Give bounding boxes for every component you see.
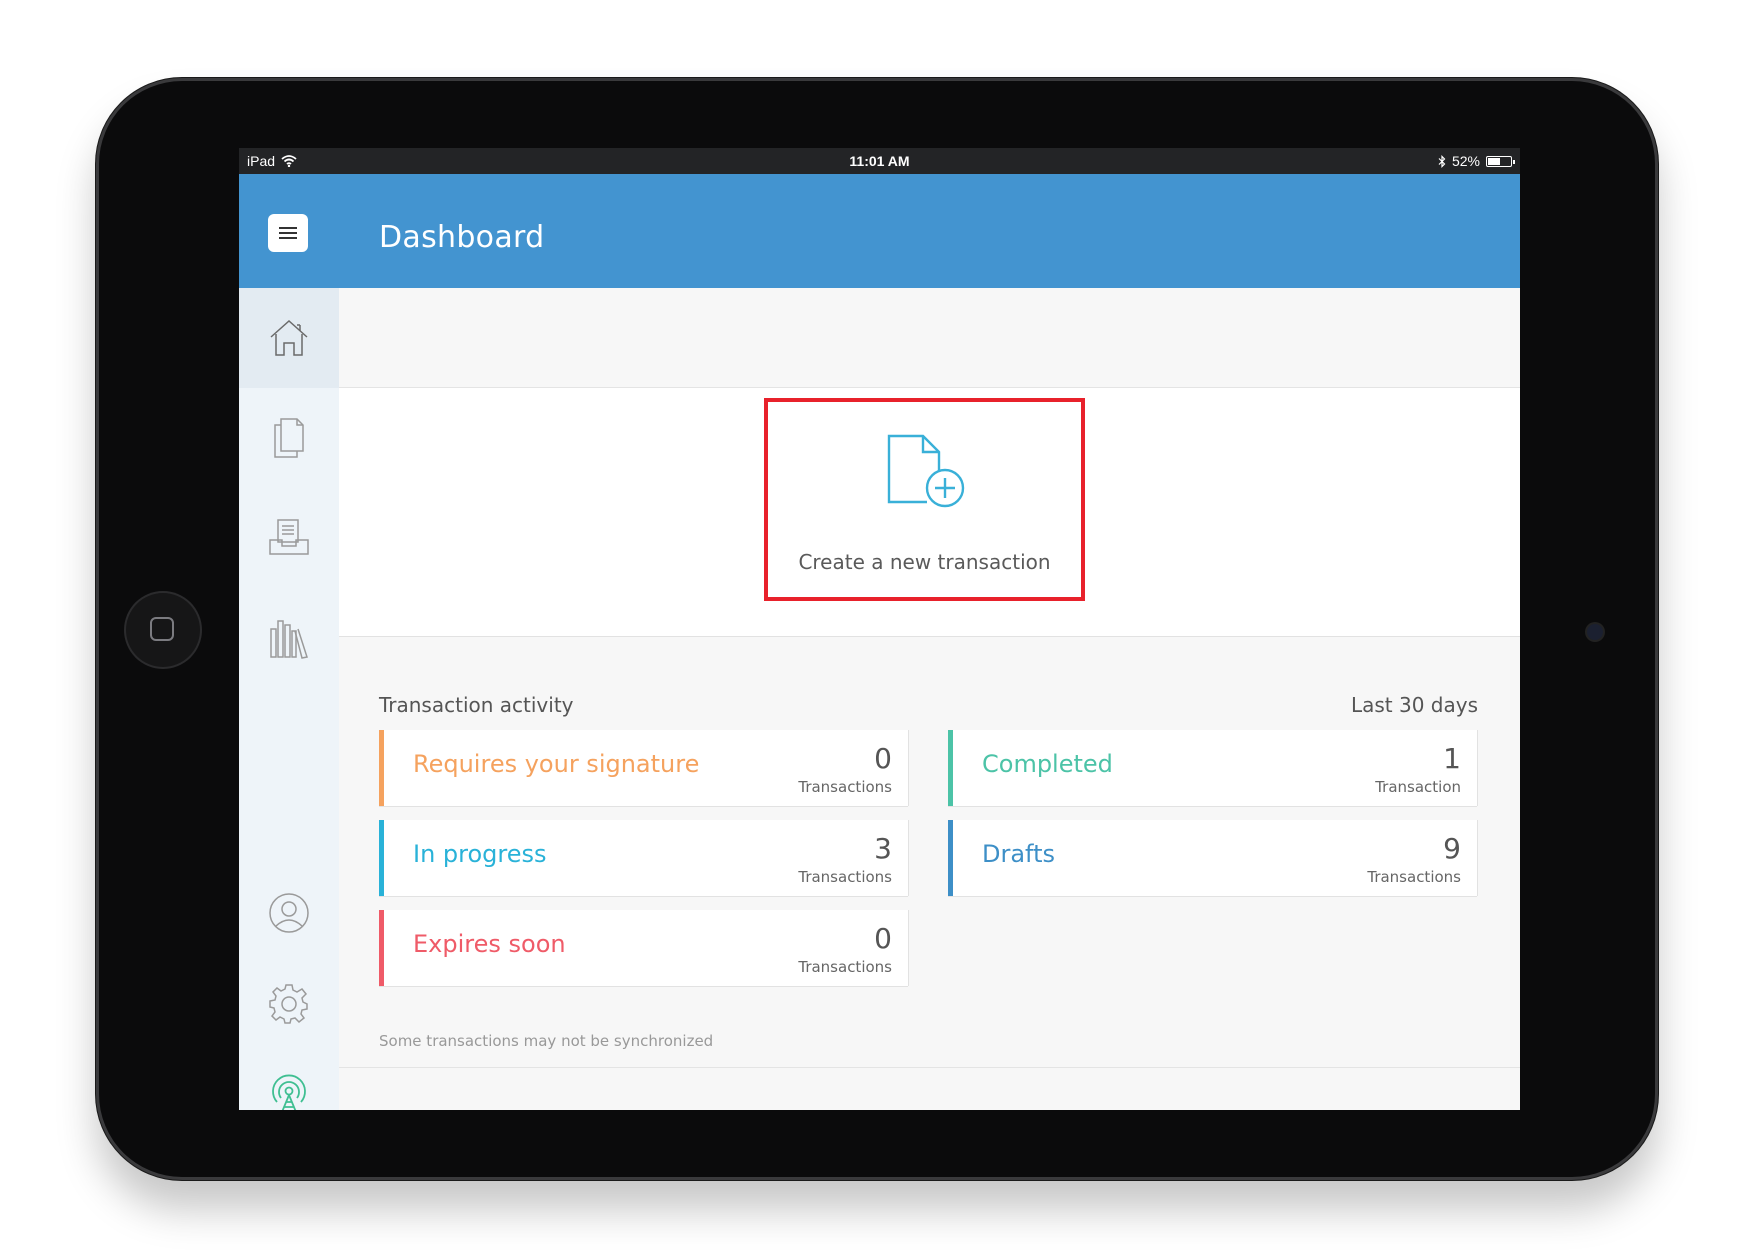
- activity-range[interactable]: Last 30 days: [1351, 693, 1478, 717]
- gear-icon: [269, 984, 308, 1024]
- card-completed[interactable]: Completed 1 Transaction: [948, 730, 1477, 806]
- top-band: [339, 288, 1520, 388]
- card-unit: Transactions: [798, 958, 892, 976]
- card-requires-signature[interactable]: Requires your signature 0 Transactions: [379, 730, 908, 806]
- card-label: Completed: [982, 750, 1113, 778]
- sidebar-item-sync[interactable]: [239, 1043, 339, 1110]
- inbox-tray-icon: [269, 519, 309, 555]
- user-icon: [269, 893, 309, 933]
- create-transaction-button[interactable]: Create a new transaction: [764, 398, 1085, 601]
- card-count: 1: [1443, 742, 1461, 775]
- sidebar-item-home[interactable]: [239, 288, 339, 388]
- card-count: 0: [874, 922, 892, 955]
- status-time: 11:01 AM: [849, 153, 910, 169]
- app-header: Dashboard: [239, 174, 1520, 288]
- main-content: Create a new transaction Transaction act…: [339, 288, 1520, 1110]
- create-transaction-label: Create a new transaction: [798, 550, 1051, 574]
- card-count: 9: [1443, 832, 1461, 865]
- card-unit: Transactions: [798, 868, 892, 886]
- sidebar: [239, 288, 339, 1110]
- bluetooth-icon: [1438, 154, 1446, 168]
- status-bar: iPad 11:01 AM 52%: [239, 148, 1520, 174]
- card-unit: Transactions: [798, 778, 892, 796]
- card-unit: Transactions: [1367, 868, 1461, 886]
- sidebar-item-profile[interactable]: [239, 863, 339, 963]
- home-button-square-icon: [150, 617, 174, 641]
- card-count: 3: [874, 832, 892, 865]
- hardware-home-button[interactable]: [126, 593, 200, 667]
- front-camera: [1587, 624, 1603, 640]
- battery-icon: [1486, 155, 1515, 167]
- library-icon: [270, 620, 308, 659]
- activity-heading: Transaction activity: [379, 693, 574, 717]
- transaction-activity: Transaction activity Last 30 days Requir…: [339, 637, 1520, 1068]
- sidebar-item-settings[interactable]: [239, 953, 339, 1053]
- signal-tower-icon: [272, 1074, 306, 1110]
- new-document-plus-icon: [887, 434, 964, 508]
- card-unit: Transaction: [1375, 778, 1461, 796]
- create-area: Create a new transaction: [339, 388, 1520, 637]
- battery-fill: [1488, 157, 1501, 165]
- documents-icon: [274, 418, 304, 458]
- card-label: Drafts: [982, 840, 1055, 868]
- card-drafts[interactable]: Drafts 9 Transactions: [948, 820, 1477, 896]
- battery-percent: 52%: [1451, 153, 1480, 169]
- sidebar-item-documents[interactable]: [239, 388, 339, 488]
- card-count: 0: [874, 742, 892, 775]
- card-in-progress[interactable]: In progress 3 Transactions: [379, 820, 908, 896]
- card-label: Requires your signature: [413, 750, 700, 778]
- hamburger-icon: [279, 227, 297, 239]
- sidebar-item-inbox[interactable]: [239, 488, 339, 588]
- card-label: Expires soon: [413, 930, 566, 958]
- sidebar-item-library[interactable]: [239, 588, 339, 688]
- home-icon: [270, 319, 308, 356]
- menu-button[interactable]: [268, 214, 308, 252]
- card-label: In progress: [413, 840, 547, 868]
- sync-note: Some transactions may not be synchronize…: [379, 1032, 714, 1050]
- app-screen: iPad 11:01 AM 52% Dashboard Create a new…: [239, 148, 1520, 1110]
- page-title: Dashboard: [379, 220, 545, 255]
- card-expires-soon[interactable]: Expires soon 0 Transactions: [379, 910, 908, 986]
